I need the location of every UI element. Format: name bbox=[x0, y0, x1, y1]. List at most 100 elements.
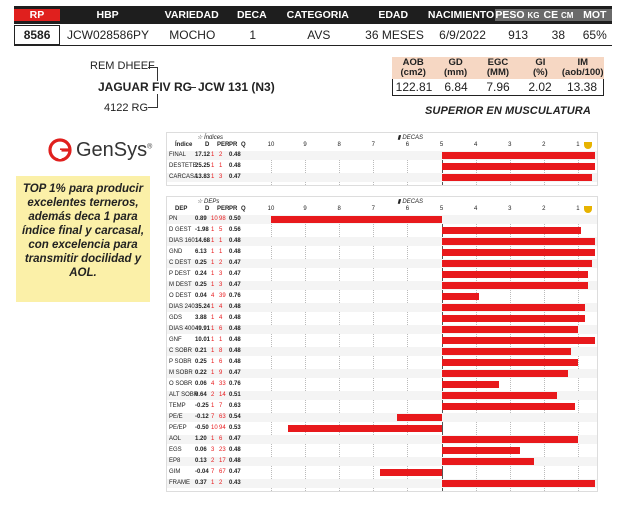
row-deca: 1 bbox=[211, 304, 215, 310]
row-value: 0.06 bbox=[195, 381, 207, 387]
col-nacimiento: NACIMIENTO bbox=[427, 9, 495, 21]
row-precision: 0.43 bbox=[229, 480, 241, 486]
indices-chart: ☆ Índices ▮ DECAS Índice D PER PR Q 10 9 8 7 6 5 4 3 2 1… bbox=[166, 132, 598, 186]
row-label: EP8 bbox=[169, 458, 181, 464]
row-value: 17.12 bbox=[195, 152, 211, 158]
us-head-gi: GI (%) bbox=[532, 57, 548, 78]
row-value: 25.25 bbox=[195, 163, 211, 169]
row-percentile: 3 bbox=[219, 271, 223, 277]
row-deca: 1 bbox=[211, 326, 215, 332]
row-percentile: 14 bbox=[219, 392, 226, 398]
chart-row: M DEST 0.25 1 3 0.47 bbox=[167, 281, 597, 290]
chart-row: P DEST 0.24 1 3 0.47 bbox=[167, 270, 597, 279]
row-percentile: 2 bbox=[219, 260, 223, 266]
chart-bar bbox=[441, 163, 595, 170]
chart-column-header: PR bbox=[229, 206, 238, 212]
us-head-egc: EGC (MM) bbox=[486, 57, 510, 78]
chart-bar bbox=[441, 227, 582, 234]
row-deca: 10 bbox=[211, 216, 218, 222]
row-percentile: 6 bbox=[219, 359, 223, 365]
row-label: C DEST bbox=[169, 260, 192, 266]
chart-row: CARCASA 13.83 1 3 0.47 bbox=[167, 173, 597, 182]
row-value: 14.68 bbox=[195, 238, 211, 244]
ultrasound-header: AOB (cm2) GD (mm) EGC (MM) GI (%) IM (aob/100… bbox=[392, 57, 604, 79]
row-value: 10.01 bbox=[195, 337, 211, 343]
chart-tick-label: 7 bbox=[371, 206, 375, 212]
ultrasound-note: SUPERIOR EN MUSCULATURA bbox=[425, 105, 591, 117]
hbp-value: JCW028586PY bbox=[66, 27, 149, 42]
chart-bar bbox=[441, 370, 568, 377]
chart-bar bbox=[441, 293, 480, 300]
row-precision: 0.48 bbox=[229, 249, 241, 255]
chart-tick-label: 9 bbox=[303, 206, 307, 212]
chart-row: PE/E -0.12 7 63 0.54 bbox=[167, 413, 597, 422]
row-label: EGS bbox=[169, 447, 182, 453]
row-value: 0.04 bbox=[195, 293, 207, 299]
row-percentile: 1 bbox=[219, 238, 223, 244]
row-precision: 0.47 bbox=[229, 469, 241, 475]
row-label: DIAS 240 bbox=[169, 304, 195, 310]
values-row: 8586 JCW028586PY MOCHO 1 AVS 36 MESES 6/… bbox=[14, 24, 612, 46]
chart-bar bbox=[441, 403, 575, 410]
row-deca: 1 bbox=[211, 348, 215, 354]
row-value: 0.89 bbox=[195, 216, 207, 222]
chart-row: TEMP -0.25 1 7 0.63 bbox=[167, 402, 597, 411]
chart-row: DIAS 240 35.24 1 4 0.48 bbox=[167, 303, 597, 312]
row-percentile: 1 bbox=[219, 249, 223, 255]
chart-bar bbox=[441, 348, 572, 355]
row-value: 0.25 bbox=[195, 260, 207, 266]
chart-column-header: D bbox=[205, 206, 210, 212]
nacimiento-value: 6/9/2022 bbox=[439, 27, 486, 42]
chart-row: GND 6.13 1 1 0.48 bbox=[167, 248, 597, 257]
row-percentile: 67 bbox=[219, 469, 226, 475]
chart-bar bbox=[441, 249, 595, 256]
chart-bar bbox=[441, 359, 578, 366]
chart-bar bbox=[441, 337, 595, 344]
chart-column-header: Q bbox=[241, 142, 246, 148]
row-value: 13.83 bbox=[195, 174, 211, 180]
chart-row: M SOBR 0.22 1 9 0.47 bbox=[167, 369, 597, 378]
row-label: PN bbox=[169, 216, 178, 222]
chart-bar bbox=[380, 469, 442, 476]
chart-tick-label: 8 bbox=[337, 142, 341, 148]
chart-tick-label: 1 bbox=[576, 206, 580, 212]
row-label: GDS bbox=[169, 315, 183, 321]
us-egc-value: 7.96 bbox=[486, 80, 510, 94]
row-percentile: 5 bbox=[219, 227, 223, 233]
row-label: DESTETE bbox=[169, 163, 197, 169]
row-value: -0.50 bbox=[195, 425, 209, 431]
row-percentile: 3 bbox=[219, 282, 223, 288]
row-label: PE/EP bbox=[169, 425, 187, 431]
chart-column-header: Índice bbox=[175, 142, 193, 148]
pedigree-animal: JCW 131 (N3) bbox=[198, 80, 275, 94]
row-value: 0.13 bbox=[195, 458, 207, 464]
us-head-im: IM (aob/100) bbox=[561, 57, 604, 78]
chart-tick-label: 5 bbox=[439, 206, 444, 212]
row-deca: 1 bbox=[211, 249, 215, 255]
chart-bar bbox=[441, 392, 558, 399]
row-label: O SOBR bbox=[169, 381, 193, 387]
row-deca: 1 bbox=[211, 227, 215, 233]
row-value: -0.04 bbox=[195, 469, 209, 475]
chart-tick-label: 2 bbox=[542, 142, 546, 148]
chart-bar bbox=[441, 152, 595, 159]
row-deca: 1 bbox=[211, 370, 215, 376]
chart-row: ALT SOBR 0.64 2 14 0.51 bbox=[167, 391, 597, 400]
col-rp: RP bbox=[14, 9, 60, 21]
us-head-gd: GD (mm) bbox=[443, 57, 468, 78]
chart-row: FINAL 17.12 1 2 0.48 bbox=[167, 151, 597, 160]
row-precision: 0.47 bbox=[229, 370, 241, 376]
row-value: 0.24 bbox=[195, 271, 207, 277]
promo-box: TOP 1% para producir excelentes terneros… bbox=[16, 176, 150, 302]
chart-row: C SOBR 0.21 1 8 0.48 bbox=[167, 347, 597, 356]
row-percentile: 1 bbox=[219, 337, 223, 343]
row-precision: 0.48 bbox=[229, 326, 241, 332]
row-label: P DEST bbox=[169, 271, 191, 277]
row-label: CARCASA bbox=[169, 174, 199, 180]
row-precision: 0.63 bbox=[229, 403, 241, 409]
row-precision: 0.48 bbox=[229, 348, 241, 354]
row-deca: 1 bbox=[211, 359, 215, 365]
edad-value: 36 MESES bbox=[365, 27, 424, 42]
row-percentile: 9 bbox=[219, 370, 223, 376]
row-precision: 0.48 bbox=[229, 359, 241, 365]
